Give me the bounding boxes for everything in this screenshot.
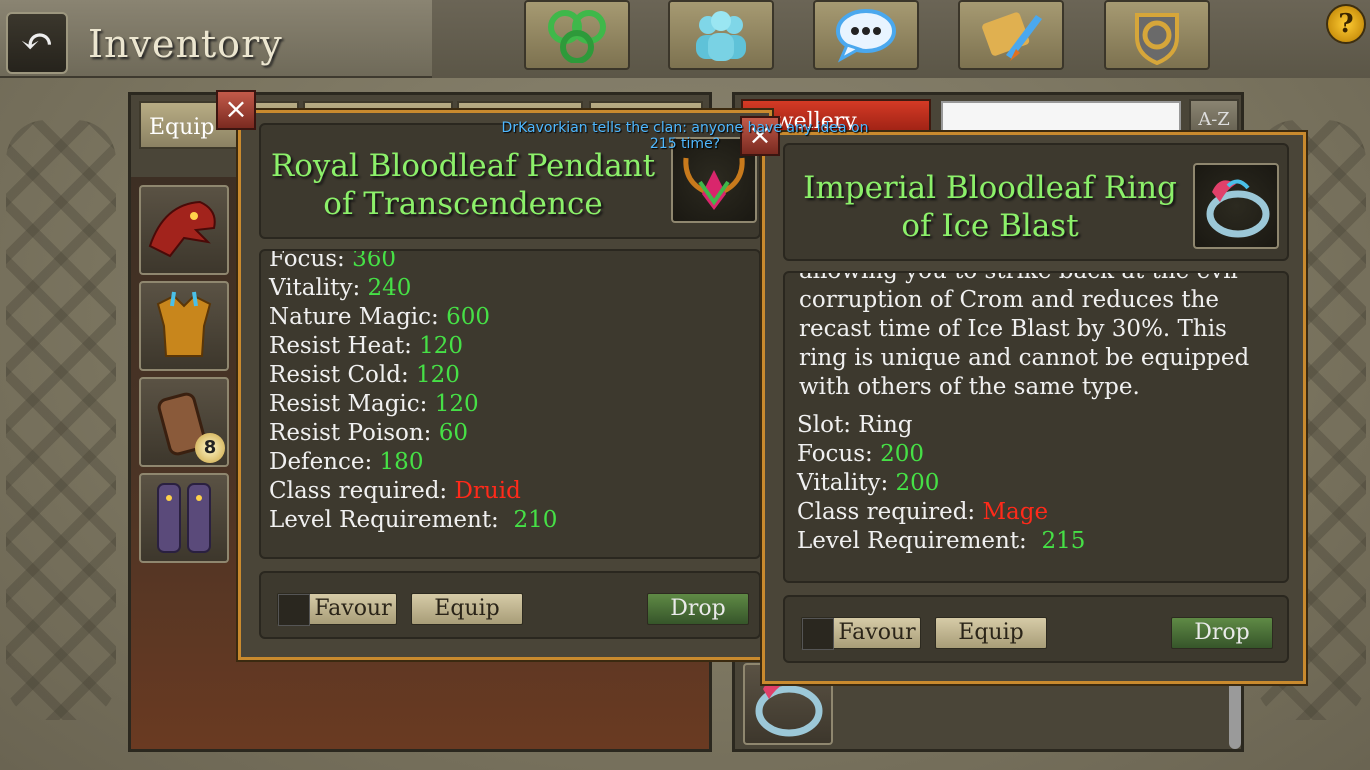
desc-line: with others of the same type.	[799, 374, 1140, 400]
popup-actions: Favour Equip Drop	[259, 571, 761, 639]
level-requirement: Level Requirement: 210	[269, 507, 558, 533]
item-title-line2: of Transcendence	[323, 186, 603, 222]
item-popup-ring: Imperial Bloodleaf Ring of Ice Blast all…	[762, 132, 1306, 684]
clan-chat-message: DrKavorkian tells the clan: anyone have …	[501, 120, 869, 152]
favour-label: Favour	[314, 596, 392, 621]
chest-slot[interactable]	[139, 281, 229, 371]
stat-resist-heat: Resist Heat: 120	[269, 333, 464, 359]
desc-line: corruption of Crom and reduces the	[799, 287, 1220, 313]
skills-button[interactable]	[524, 0, 630, 70]
back-button[interactable]: ↶	[6, 12, 68, 74]
dragon-helm-icon	[148, 200, 216, 258]
stat-resist-magic: Resist Magic: 120	[269, 391, 479, 417]
stat-vitality: Vitality: 200	[797, 470, 940, 496]
favour-button[interactable]: Favour	[277, 593, 397, 626]
stat-focus: Focus: 200	[797, 441, 925, 467]
drop-button[interactable]: Drop	[1171, 617, 1273, 649]
clan-button[interactable]	[1104, 0, 1210, 70]
desc-line-cut: allowing you to strike back at the evil	[799, 271, 1238, 284]
class-required: Class required: Druid	[269, 478, 521, 504]
arms-slot[interactable]: 8	[139, 377, 229, 467]
drop-button[interactable]: Drop	[647, 593, 749, 625]
favour-label: Favour	[838, 620, 916, 645]
favour-button[interactable]: Favour	[801, 617, 921, 650]
item-stats-box: Focus: 360 Vitality: 240 Nature Magic: 6…	[259, 249, 761, 559]
scroll-quill-icon	[982, 12, 1042, 61]
stat-defence: Defence: 180	[269, 449, 424, 475]
stack-count-badge: 8	[195, 433, 225, 463]
help-button[interactable]: ?	[1326, 4, 1366, 44]
stat-slot: Slot: Ring	[797, 412, 913, 438]
legs-slot[interactable]	[139, 473, 229, 563]
stat-nature-magic: Nature Magic: 600	[269, 304, 491, 330]
stat-resist-poison: Resist Poison: 60	[269, 420, 468, 446]
item-title: Royal Bloodleaf Pendant of Transcendence	[265, 147, 661, 223]
page-title: Inventory	[88, 22, 283, 66]
clan-shield-icon	[1135, 13, 1179, 65]
class-required: Class required: Mage	[797, 499, 1049, 525]
favour-checkbox[interactable]	[802, 618, 834, 650]
desc-line: recast time of Ice Blast by 30%. This	[799, 316, 1227, 342]
stat-focus: Focus: 360	[269, 249, 397, 272]
speech-bubble-icon	[836, 9, 896, 63]
stat-vitality: Vitality: 240	[269, 275, 412, 301]
popup-actions: Favour Equip Drop	[783, 595, 1289, 663]
desc-line: ring is unique and cannot be equipped	[799, 345, 1250, 371]
equip-button[interactable]: Equip	[411, 593, 523, 625]
item-popup-pendant: Royal Bloodleaf Pendant of Transcendence…	[238, 110, 772, 660]
item-description: allowing you to strike back at the evil …	[799, 271, 1279, 402]
item-icon	[1193, 163, 1279, 249]
title-plate: ↶ Inventory	[0, 0, 432, 78]
level-requirement: Level Requirement: 215	[797, 528, 1086, 554]
stats-list: Slot: Ring Focus: 200 Vitality: 200 Clas…	[797, 411, 1085, 556]
stats-list: Focus: 360 Vitality: 240 Nature Magic: 6…	[269, 249, 558, 535]
back-arrow-icon: ↶	[20, 19, 54, 65]
stat-resist-cold: Resist Cold: 120	[269, 362, 460, 388]
item-title-line1: Imperial Bloodleaf Ring	[803, 170, 1177, 206]
item-title-line2: of Ice Blast	[901, 208, 1079, 244]
close-pendant-popup-button[interactable]: ×	[216, 90, 256, 130]
triple-spiral-icon	[548, 10, 606, 63]
celtic-knot-left	[6, 120, 116, 720]
item-stats-box: allowing you to strike back at the evil …	[783, 271, 1289, 583]
social-button[interactable]	[668, 0, 774, 70]
popup-header: Imperial Bloodleaf Ring of Ice Blast	[783, 143, 1289, 261]
greaves-icon	[157, 483, 211, 553]
armor-icon	[156, 291, 212, 357]
item-title-line1: Royal Bloodleaf Pendant	[270, 148, 656, 184]
ring-icon	[1206, 179, 1270, 238]
people-icon	[696, 11, 746, 61]
item-title: Imperial Bloodleaf Ring of Ice Blast	[789, 169, 1191, 245]
equip-button[interactable]: Equip	[935, 617, 1047, 649]
quests-button[interactable]	[958, 0, 1064, 70]
head-slot[interactable]	[139, 185, 229, 275]
chat-button[interactable]	[813, 0, 919, 70]
favour-checkbox[interactable]	[278, 594, 310, 626]
